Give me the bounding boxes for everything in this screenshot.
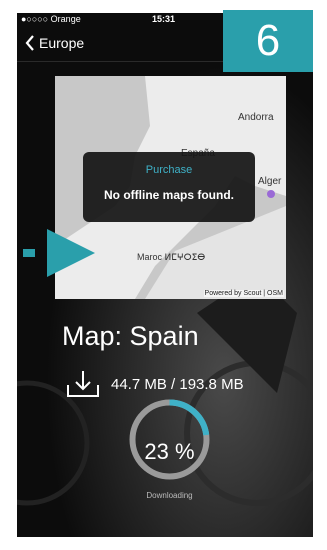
- carrier-label: ●○○○○ Orange: [21, 14, 81, 24]
- map-attribution[interactable]: Powered by Scout | OSM: [203, 290, 284, 297]
- download-size-row: 44.7 MB / 193.8 MB: [65, 369, 244, 399]
- map-label-alger: Alger: [258, 176, 282, 187]
- download-size-text: 44.7 MB / 193.8 MB: [111, 375, 244, 393]
- pointer-arrow-icon: [23, 229, 95, 277]
- map-title: Map: Spain: [62, 321, 199, 351]
- back-label: Europe: [39, 35, 85, 51]
- purchase-dialog: Purchase No offline maps found.: [83, 152, 255, 222]
- clock: 15:31: [152, 14, 176, 24]
- map-label-andorra: Andorra: [238, 112, 274, 123]
- dialog-title: Purchase: [145, 164, 193, 176]
- dialog-message: No offline maps found.: [104, 188, 234, 202]
- map-label-maroc: Maroc ⵍⵎⵖⵔⵉⴱ: [137, 252, 206, 262]
- download-status: Downloading: [146, 491, 193, 500]
- progress-percent: 23 %: [144, 439, 195, 464]
- back-button[interactable]: Europe: [25, 35, 84, 51]
- step-number-badge: 6: [223, 10, 313, 72]
- phone-screen: ●○○○○ Orange 15:31 ◀ ✱ ▬ + Europe Andorr…: [17, 13, 313, 537]
- download-icon: [67, 371, 99, 397]
- chevron-left-icon: [25, 35, 34, 51]
